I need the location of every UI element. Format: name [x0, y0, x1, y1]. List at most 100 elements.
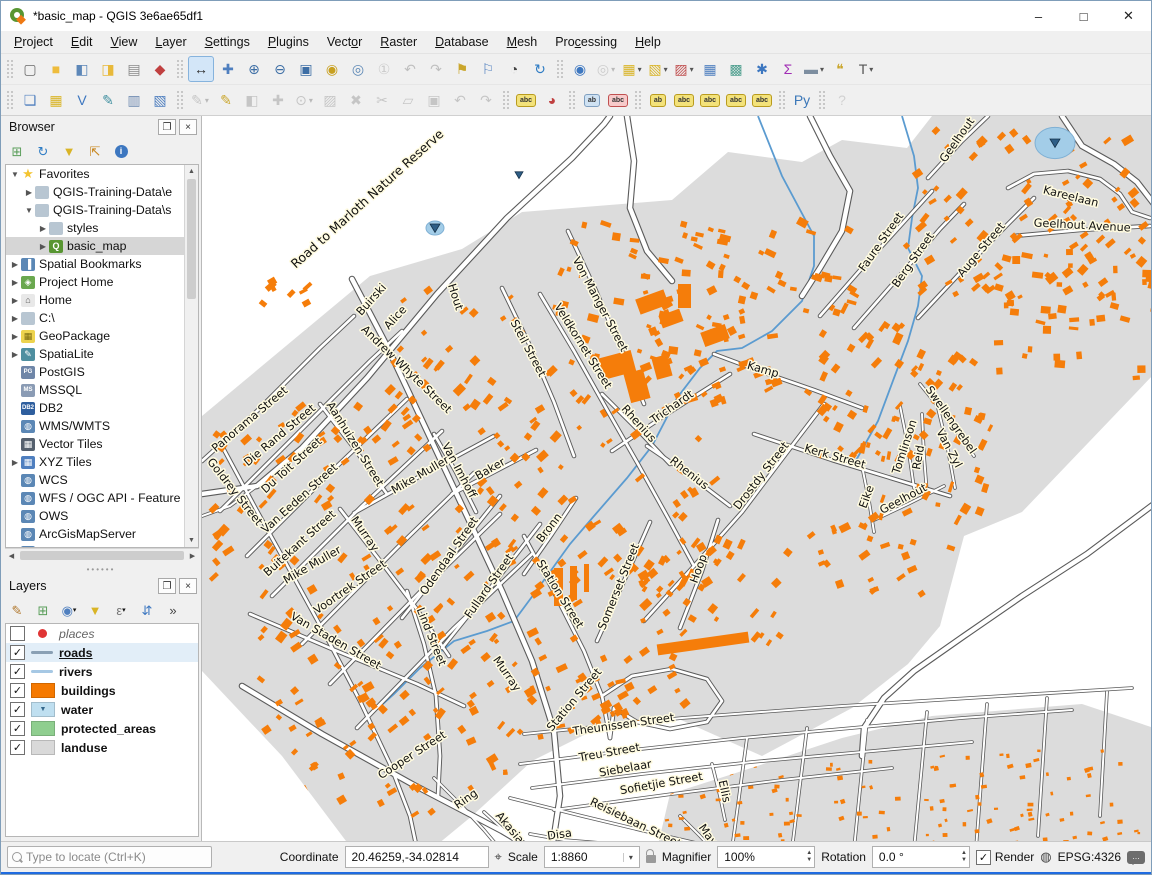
unpin-labels-icon[interactable]: abc [606, 88, 630, 112]
help-icon[interactable]: ? [830, 88, 854, 112]
cut-features-icon[interactable]: ✂ [370, 88, 394, 112]
browser-item-c-[interactable]: ▶C:\ [6, 309, 184, 327]
messages-icon[interactable]: … [1127, 851, 1145, 864]
pan-map-icon[interactable]: ↔ [188, 56, 214, 82]
menu-processing[interactable]: Processing [546, 33, 626, 51]
zoom-to-selection-icon[interactable]: ◉ [320, 57, 344, 81]
browser-item-styles[interactable]: ▶styles [6, 219, 184, 237]
lock-scale-icon[interactable] [646, 855, 656, 863]
field-calculator-icon[interactable]: ▩ [724, 57, 748, 81]
pin-labels-icon[interactable]: ab [580, 88, 604, 112]
change-label-icon[interactable]: abc [750, 88, 774, 112]
browser-float-button[interactable]: ❐ [158, 119, 176, 135]
browser-item-vector-tiles[interactable]: ▦Vector Tiles [6, 435, 184, 453]
expander-icon[interactable]: ▼ [24, 206, 34, 215]
new-project-icon[interactable]: ▢ [18, 57, 42, 81]
layer-row-buildings[interactable]: ✓buildings [6, 681, 198, 700]
menu-vector[interactable]: Vector [318, 33, 371, 51]
layer-row-roads[interactable]: ✓roads [6, 643, 198, 662]
menu-layer[interactable]: Layer [146, 33, 195, 51]
temporal-controller-icon[interactable]: ◔ [502, 57, 526, 81]
browser-item-wms-wmts[interactable]: ◍WMS/WMTS [6, 417, 184, 435]
browser-item-arcgisfeatures[interactable]: ◍ArcGisFeatureS [6, 543, 184, 547]
copy-features-icon[interactable]: ▱ [396, 88, 420, 112]
python-console-icon[interactable]: Py [790, 88, 814, 112]
layer-labeling-icon[interactable]: abc [514, 88, 538, 112]
render-checkbox[interactable]: ✓ Render [976, 850, 1034, 865]
expand-collapse-icon[interactable]: ⇵ [135, 599, 159, 621]
browser-item-xyz-tiles[interactable]: ▶▦XYZ Tiles [6, 453, 184, 471]
identify-features-icon[interactable]: ◉ [568, 57, 592, 81]
browser-item-postgis[interactable]: PGPostGIS [6, 363, 184, 381]
layer-checkbox-protected_areas[interactable]: ✓ [10, 721, 25, 736]
menu-project[interactable]: Project [5, 33, 62, 51]
menu-help[interactable]: Help [626, 33, 670, 51]
new-bookmark-icon[interactable]: ⚑ [450, 57, 474, 81]
zoom-out-icon[interactable]: ⊖ [268, 57, 292, 81]
highlight-pinned-labels-icon[interactable]: ab [646, 88, 670, 112]
toolbar-handle[interactable] [556, 59, 564, 79]
menu-settings[interactable]: Settings [196, 33, 259, 51]
browser-vertical-scrollbar[interactable]: ▲▼ [184, 165, 198, 547]
toolbar-handle[interactable] [6, 59, 14, 79]
browser-item-spatialite[interactable]: ▶✎SpatiaLite [6, 345, 184, 363]
crs-status[interactable]: EPSG:4326 [1058, 850, 1121, 864]
coordinate-value[interactable]: 20.46259,-34.02814 [345, 846, 489, 868]
browser-item-spatial-bookmarks[interactable]: ▶▐Spatial Bookmarks [6, 255, 184, 273]
save-project-as-icon[interactable]: ◨ [96, 57, 120, 81]
new-virtual-layer-icon[interactable]: ▧ [148, 88, 172, 112]
toggle-editing-icon[interactable]: ✎ [214, 88, 238, 112]
new-print-layout-icon[interactable]: ▤ [122, 57, 146, 81]
expander-icon[interactable]: ▶ [10, 278, 20, 287]
open-attribute-table-icon[interactable]: ▦ [698, 57, 722, 81]
refresh-map-icon[interactable]: ↻ [528, 57, 552, 81]
add-feature-icon[interactable]: ✚ [266, 88, 290, 112]
rotate-label-icon[interactable]: abc [724, 88, 748, 112]
toolbar-handle[interactable] [176, 59, 184, 79]
layer-diagram-icon[interactable]: ◕ [540, 88, 564, 112]
layer-checkbox-roads[interactable]: ✓ [10, 645, 25, 660]
zoom-to-layer-icon[interactable]: ◎ [346, 57, 370, 81]
select-features-icon[interactable]: ▦▾ [620, 57, 644, 81]
expander-icon[interactable]: ▶ [38, 224, 48, 233]
layer-checkbox-buildings[interactable]: ✓ [10, 683, 25, 698]
panel-splitter[interactable]: •••••• [1, 564, 201, 575]
toolbar-handle[interactable] [6, 90, 14, 110]
browser-item-wcs[interactable]: ◍WCS [6, 471, 184, 489]
zoom-full-icon[interactable]: ▣ [294, 57, 318, 81]
save-project-icon[interactable]: ◧ [70, 57, 94, 81]
layer-row-water[interactable]: ✓▼water [6, 700, 198, 719]
manage-map-themes-icon[interactable]: ◉▾ [57, 599, 81, 621]
layer-row-landuse[interactable]: ✓landuse [6, 738, 198, 757]
delete-selected-icon[interactable]: ✖ [344, 88, 368, 112]
layers-float-button[interactable]: ❐ [158, 578, 176, 594]
current-edits-icon[interactable]: ✎▾ [188, 88, 212, 112]
more-tools-icon[interactable]: » [161, 599, 185, 621]
browser-item-qgis-training-data-e[interactable]: ▶QGIS-Training-Data\e [6, 183, 184, 201]
show-hide-labels-icon[interactable]: abc [672, 88, 696, 112]
scale-combobox[interactable]: 1:8860▾ [544, 846, 640, 868]
browser-item-mssql[interactable]: MSMSSQL [6, 381, 184, 399]
move-label-icon[interactable]: abc [698, 88, 722, 112]
locator-search-input[interactable]: Type to locate (Ctrl+K) [7, 846, 212, 868]
toolbar-handle[interactable] [502, 90, 510, 110]
layer-checkbox-places[interactable] [10, 626, 25, 641]
coordinate-extent-toggle-icon[interactable]: ⌖ [495, 849, 502, 865]
expander-icon[interactable]: ▶ [38, 242, 48, 251]
browser-item-project-home[interactable]: ▶◈Project Home [6, 273, 184, 291]
magnifier-spinbox[interactable]: 100%▲▼ [717, 846, 815, 868]
layer-row-protected_areas[interactable]: ✓protected_areas [6, 719, 198, 738]
expander-icon[interactable]: ▶ [24, 188, 34, 197]
menu-edit[interactable]: Edit [62, 33, 102, 51]
layer-row-places[interactable]: places [6, 624, 198, 643]
show-bookmarks-icon[interactable]: ⚐ [476, 57, 500, 81]
open-project-icon[interactable]: ■ [44, 57, 68, 81]
processing-toolbox-icon[interactable]: ✱ [750, 57, 774, 81]
measure-icon[interactable]: ▬▾ [802, 57, 826, 81]
map-tips-icon[interactable]: ❝ [828, 57, 852, 81]
new-spatialite-layer-icon[interactable]: ✎ [96, 88, 120, 112]
crs-globe-icon[interactable]: ◍ [1040, 849, 1051, 865]
browser-item-geopackage[interactable]: ▶▦GeoPackage [6, 327, 184, 345]
collapse-all-icon[interactable]: ⇱ [83, 140, 107, 162]
paste-features-icon[interactable]: ▣ [422, 88, 446, 112]
